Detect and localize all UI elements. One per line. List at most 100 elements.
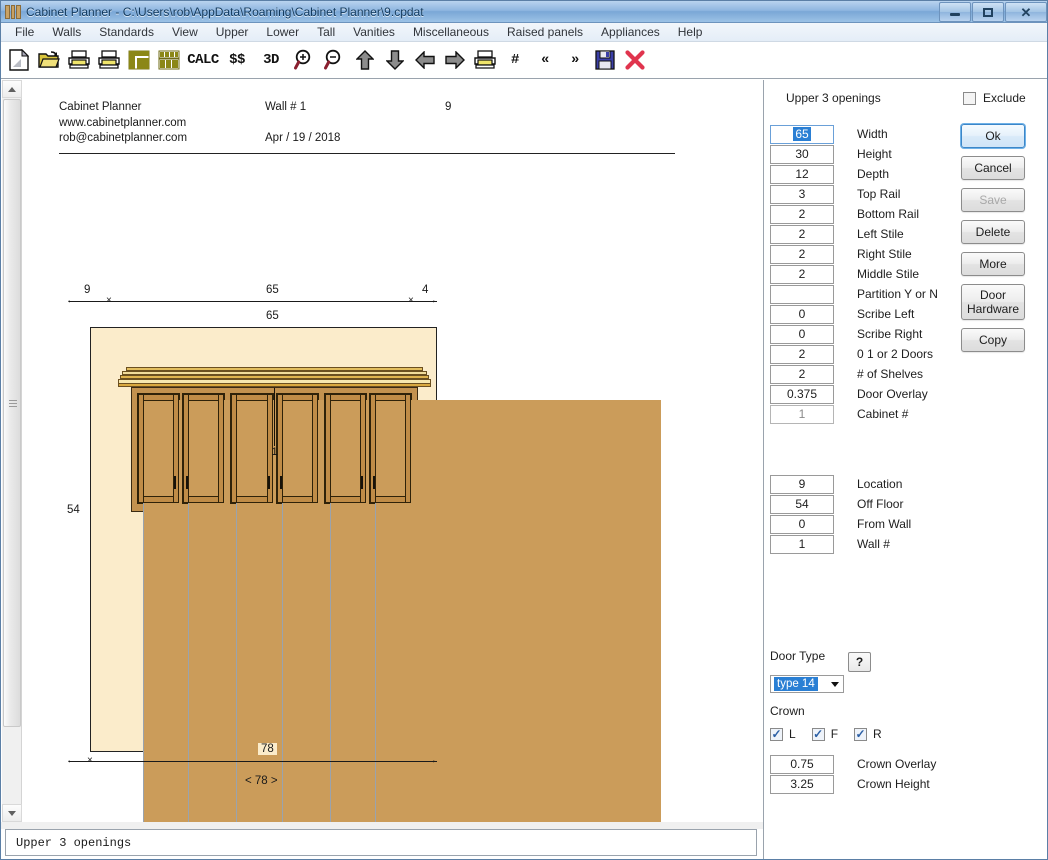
scrollbar-thumb[interactable] [3, 99, 21, 727]
exit-close-icon[interactable] [621, 45, 649, 75]
crown-l-checkbox[interactable]: ✓ [770, 727, 783, 741]
wall-input[interactable]: 1 [770, 534, 834, 554]
0-1-or-2-doors-input[interactable]: 2 [770, 344, 834, 364]
menu-item-view[interactable]: View [163, 23, 207, 41]
zoom-out-icon[interactable] [321, 45, 349, 75]
three-d-button[interactable]: 3D [253, 45, 289, 75]
menu-item-vanities[interactable]: Vanities [344, 23, 404, 41]
menu-item-lower[interactable]: Lower [257, 23, 308, 41]
save-button: Save [961, 188, 1025, 212]
menu-item-help[interactable]: Help [669, 23, 712, 41]
new-document-icon[interactable] [5, 45, 33, 75]
canvas-vertical-scrollbar[interactable] [2, 80, 22, 822]
scroll-down-button[interactable] [2, 804, 22, 822]
ok-button[interactable]: Ok [961, 124, 1025, 148]
scroll-up-button[interactable] [2, 80, 22, 98]
opening-1[interactable] [137, 393, 475, 822]
corner-layout-icon[interactable] [125, 45, 153, 75]
next-page-icon[interactable]: » [561, 45, 589, 75]
window-controls: ✕ [939, 2, 1047, 22]
depth-input[interactable]: 12 [770, 164, 834, 184]
crown-f-checkbox[interactable]: ✓ [811, 727, 825, 741]
menu-item-tall[interactable]: Tall [308, 23, 344, 41]
menu-item-file[interactable]: File [6, 23, 43, 41]
save-disk-icon[interactable] [591, 45, 619, 75]
field-label: # of Shelves [857, 367, 924, 381]
panel-title: Upper 3 openings [786, 91, 881, 105]
copy-button[interactable]: Copy [961, 328, 1025, 352]
arrow-right-icon[interactable] [441, 45, 469, 75]
arrow-left-icon[interactable] [411, 45, 439, 75]
open-folder-icon[interactable] [35, 45, 63, 75]
cabinet-elevation-drawing[interactable]: 1 [118, 367, 661, 822]
minimize-button[interactable] [939, 2, 971, 22]
of-shelves-input[interactable]: 2 [770, 364, 834, 384]
field-row-off-floor: 54 Off Floor [770, 494, 911, 514]
opening-3[interactable] [323, 393, 661, 822]
menu-item-appliances[interactable]: Appliances [592, 23, 669, 41]
scribe-left-input[interactable]: 0 [770, 304, 834, 324]
exclude-checkbox-group[interactable]: Exclude [963, 91, 1026, 105]
arrow-up-icon[interactable] [351, 45, 379, 75]
location-input[interactable]: 9 [770, 474, 834, 494]
exclude-checkbox[interactable] [963, 91, 976, 105]
door-type-select[interactable]: type 14 [770, 675, 844, 693]
maximize-button[interactable] [972, 2, 1004, 22]
scribe-right-input[interactable]: 0 [770, 324, 834, 344]
arrow-down-icon[interactable] [381, 45, 409, 75]
partition-y-or-n-input[interactable] [770, 284, 834, 304]
door-3a[interactable] [323, 393, 616, 822]
save-disk-icon-glyph [595, 50, 615, 70]
middle-stile-input[interactable]: 2 [770, 264, 834, 284]
field-row-width: 65 Width [770, 124, 938, 144]
door-hardware-button[interactable]: Door Hardware [961, 284, 1025, 320]
width-input[interactable]: 65 [770, 124, 834, 144]
print-report-icon[interactable] [471, 45, 499, 75]
close-button[interactable]: ✕ [1005, 2, 1047, 22]
more-button[interactable]: More [961, 252, 1025, 276]
bottom-arrow-left-icon: ← [66, 755, 76, 766]
door-3b[interactable] [368, 393, 661, 822]
menu-item-raised-panels[interactable]: Raised panels [498, 23, 592, 41]
door-1a[interactable] [137, 393, 429, 822]
off-floor-input[interactable]: 54 [770, 494, 834, 514]
menu-item-standards[interactable]: Standards [90, 23, 163, 41]
grid-hash-icon[interactable]: # [501, 45, 529, 75]
cabinet-grid-icon[interactable] [155, 45, 183, 75]
menu-item-walls[interactable]: Walls [43, 23, 90, 41]
door-1b[interactable] [182, 393, 475, 822]
right-stile-input[interactable]: 2 [770, 244, 834, 264]
crown-overlay-input[interactable]: 0.75 [770, 754, 834, 774]
bottom-dimension-line [69, 761, 437, 762]
prev-page-icon[interactable]: « [531, 45, 559, 75]
door-2a[interactable] [230, 393, 523, 822]
field-row-right-stile: 2 Right Stile [770, 244, 938, 264]
door-handle-icon [267, 476, 270, 489]
height-input[interactable]: 30 [770, 144, 834, 164]
print-preview-icon[interactable] [95, 45, 123, 75]
menu-item-miscellaneous[interactable]: Miscellaneous [404, 23, 498, 41]
from-wall-input[interactable]: 0 [770, 514, 834, 534]
dim-center-label: 65 [266, 284, 279, 296]
field-label: Location [857, 477, 903, 491]
door-overlay-input[interactable]: 0.375 [770, 384, 834, 404]
print-icon[interactable] [65, 45, 93, 75]
calc-button[interactable]: CALC [185, 45, 221, 75]
bottom-rail-input[interactable]: 2 [770, 204, 834, 224]
top-rail-input[interactable]: 3 [770, 184, 834, 204]
left-stile-input[interactable]: 2 [770, 224, 834, 244]
crown-r-checkbox[interactable]: ✓ [854, 727, 868, 741]
drawing-canvas[interactable]: Cabinet Planner www.cabinetplanner.com r… [23, 80, 761, 822]
zoom-in-icon[interactable] [291, 45, 319, 75]
cancel-button[interactable]: Cancel [961, 156, 1025, 180]
door-2b[interactable] [275, 393, 568, 822]
door-type-help-button[interactable]: ? [848, 652, 871, 672]
price-button[interactable]: $$ [223, 45, 251, 75]
drawing-email: rob@cabinetplanner.com [59, 132, 188, 144]
chevron-down-icon[interactable] [827, 676, 843, 692]
dim-arrow-right-icon: → [427, 295, 437, 306]
delete-button[interactable]: Delete [961, 220, 1025, 244]
crown-height-input[interactable]: 3.25 [770, 774, 834, 794]
cabinet-input[interactable]: 1 [770, 404, 834, 424]
menu-item-upper[interactable]: Upper [207, 23, 258, 41]
